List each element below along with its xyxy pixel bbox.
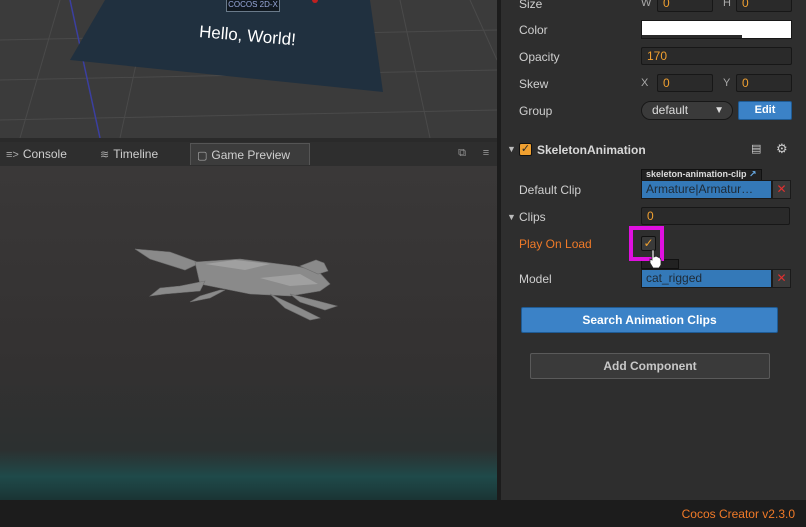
tab-console[interactable]: ≡> Console — [0, 143, 73, 165]
clear-model-icon[interactable]: ✕ — [772, 269, 791, 288]
skeleton-animation-header[interactable]: ▼ ✓ SkeletonAnimation ▤ ⚙ — [501, 140, 806, 162]
search-animation-clips-button[interactable]: Search Animation Clips — [521, 307, 778, 333]
popout-icon[interactable]: ⧉ — [455, 146, 469, 160]
size-label: Size — [519, 0, 543, 11]
size-w-axis: W — [641, 0, 652, 9]
size-h-axis: H — [723, 0, 731, 9]
clips-expand-arrow-icon[interactable]: ▼ — [507, 212, 516, 222]
skew-y-axis: Y — [723, 77, 731, 89]
size-width-field[interactable]: 0 — [657, 0, 713, 12]
collapse-arrow-icon[interactable]: ▼ — [507, 144, 516, 154]
scene-view[interactable]: COCOS 2D-X Hello, World! — [0, 0, 497, 138]
timeline-icon: ≋ — [100, 149, 110, 161]
component-title: SkeletonAnimation — [537, 143, 646, 157]
cat-model — [134, 248, 339, 321]
external-link-icon[interactable]: ↗ — [749, 169, 757, 179]
skew-label: Skew — [519, 77, 549, 91]
scene-grid — [0, 0, 497, 138]
clear-default-clip-icon[interactable]: ✕ — [772, 180, 791, 199]
status-bar: Cocos Creator v2.3.0 — [0, 500, 806, 527]
opacity-label: Opacity — [519, 50, 560, 64]
camera-icon: ▢ — [197, 150, 208, 162]
skew-y-field[interactable]: 0 — [736, 74, 792, 92]
game-preview-viewport[interactable] — [0, 166, 497, 500]
skew-x-axis: X — [641, 77, 649, 89]
version-label: Cocos Creator v2.3.0 — [681, 507, 795, 521]
menu-icon[interactable]: ≡ — [479, 146, 493, 160]
hand-cursor-icon — [649, 249, 662, 269]
model-field[interactable]: cat_rigged — [641, 269, 772, 288]
size-height-field[interactable]: 0 — [736, 0, 792, 12]
tab-timeline[interactable]: ≋ Timeline — [94, 143, 164, 165]
color-alpha-bar — [642, 35, 742, 38]
model-label: Model — [519, 272, 552, 286]
skew-x-field[interactable]: 0 — [657, 74, 713, 92]
caret-down-icon: ▼ — [714, 105, 724, 116]
component-enabled-checkbox[interactable]: ✓ — [519, 143, 532, 156]
book-icon[interactable]: ▤ — [751, 142, 761, 155]
add-component-button[interactable]: Add Component — [530, 353, 770, 379]
group-label: Group — [519, 104, 553, 118]
console-icon: ≡> — [6, 149, 19, 161]
clips-label: Clips — [519, 210, 546, 224]
tab-game-preview[interactable]: ▢ Game Preview — [190, 143, 310, 165]
cocos-logo: COCOS 2D-X — [226, 0, 280, 12]
default-clip-label: Default Clip — [519, 183, 582, 197]
clips-count-field[interactable]: 0 — [641, 207, 790, 225]
color-label: Color — [519, 23, 548, 37]
color-swatch[interactable] — [641, 20, 792, 39]
default-clip-field[interactable]: Armature|Armatur… — [641, 180, 772, 199]
bottom-panel-tabbar: ≡> Console ≋ Timeline ▢ Game Preview ⧉ ≡ — [0, 142, 497, 167]
opacity-field[interactable]: 170 — [641, 47, 792, 65]
group-select[interactable]: default ▼ — [641, 101, 733, 120]
play-on-load-label: Play On Load — [519, 237, 592, 251]
gear-icon[interactable]: ⚙ — [776, 141, 788, 157]
group-edit-button[interactable]: Edit — [738, 101, 792, 120]
